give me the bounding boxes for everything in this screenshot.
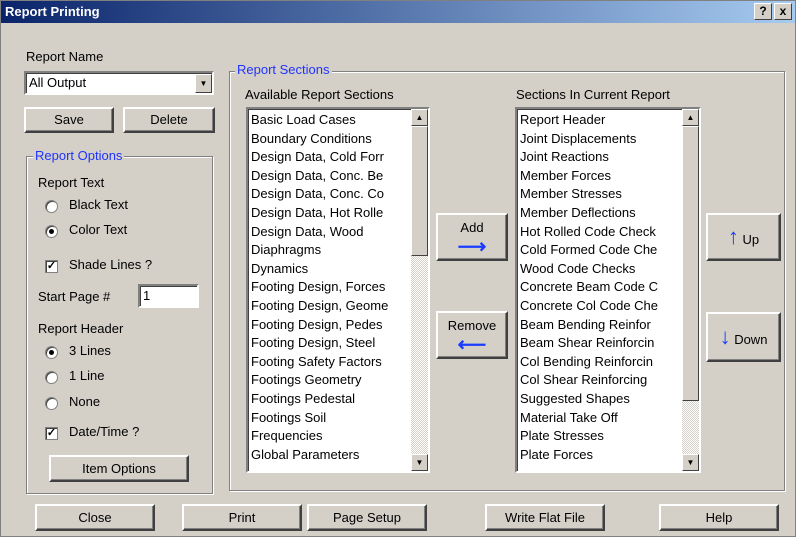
add-label: Add: [460, 220, 484, 235]
list-item[interactable]: Footings Geometry: [251, 371, 409, 390]
report-sections-title: Report Sections: [235, 62, 332, 77]
list-item[interactable]: Design Data, Conc. Co: [251, 185, 409, 204]
add-button[interactable]: Add ⟶: [436, 213, 508, 261]
current-sections-list[interactable]: Report Header Joint Displacements Joint Re…: [515, 107, 701, 473]
arrow-right-icon: ⟶: [457, 236, 487, 258]
available-sections-label: Available Report Sections: [245, 87, 394, 102]
report-name-select[interactable]: All Output ▼: [24, 71, 214, 95]
list-item[interactable]: Joint Reactions: [520, 148, 680, 167]
header-3-lines-radio[interactable]: [45, 346, 58, 359]
scroll-down-icon[interactable]: ▼: [682, 454, 699, 471]
header-1-line-radio[interactable]: [45, 371, 58, 384]
report-printing-dialog: Report Printing ? x Report Name All Outp…: [0, 0, 796, 537]
header-none-label: None: [69, 394, 101, 409]
help-button[interactable]: Help: [659, 504, 779, 531]
list-item[interactable]: Basic Load Cases: [251, 111, 409, 130]
list-item[interactable]: Design Data, Wood: [251, 223, 409, 242]
close-icon[interactable]: x: [774, 3, 792, 20]
help-icon[interactable]: ?: [754, 3, 772, 20]
report-options-title: Report Options: [33, 148, 125, 163]
arrow-up-icon: ↑: [727, 224, 739, 249]
list-item[interactable]: Footing Design, Pedes: [251, 316, 409, 335]
black-text-label: Black Text: [69, 197, 129, 212]
up-label: Up: [742, 232, 760, 247]
chevron-down-icon[interactable]: ▼: [195, 74, 212, 93]
list-item[interactable]: Design Data, Cold Forr: [251, 148, 409, 167]
list-item[interactable]: Col Shear Reinforcing: [520, 371, 680, 390]
list-item[interactable]: Beam Shear Reinforcin: [520, 334, 680, 353]
save-button[interactable]: Save: [24, 107, 114, 133]
start-page-input[interactable]: 1: [138, 284, 199, 308]
header-1-line-label: 1 Line: [69, 368, 105, 383]
item-options-button[interactable]: Item Options: [49, 455, 189, 482]
list-item[interactable]: Joint Displacements: [520, 130, 680, 149]
current-scrollbar[interactable]: ▲ ▼: [682, 109, 699, 471]
list-item[interactable]: Member Deflections: [520, 204, 680, 223]
report-text-label: Report Text: [38, 175, 105, 190]
list-item[interactable]: Boundary Conditions: [251, 130, 409, 149]
header-none-radio[interactable]: [45, 397, 58, 410]
print-button[interactable]: Print: [182, 504, 302, 531]
down-button[interactable]: ↓ Down: [706, 312, 781, 362]
scroll-thumb[interactable]: [682, 126, 699, 401]
shade-lines-label: Shade Lines ?: [69, 257, 153, 272]
color-text-radio[interactable]: [45, 225, 58, 238]
close-button[interactable]: Close: [35, 504, 155, 531]
list-item[interactable]: Material Take Off: [520, 409, 680, 428]
list-item[interactable]: Beam Bending Reinfor: [520, 316, 680, 335]
list-item[interactable]: Hot Rolled Code Check: [520, 223, 680, 242]
remove-button[interactable]: Remove ⟵: [436, 311, 508, 359]
list-item[interactable]: Wood Code Checks: [520, 260, 680, 279]
list-item[interactable]: Footing Design, Geome: [251, 297, 409, 316]
report-header-label: Report Header: [38, 321, 124, 336]
title-bar: Report Printing ? x: [1, 1, 795, 23]
up-button[interactable]: ↑ Up: [706, 213, 781, 261]
window-title: Report Printing: [5, 4, 100, 19]
page-setup-button[interactable]: Page Setup: [307, 504, 427, 531]
scroll-up-icon[interactable]: ▲: [411, 109, 428, 126]
list-item[interactable]: Footings Pedestal: [251, 390, 409, 409]
available-scrollbar[interactable]: ▲ ▼: [411, 109, 428, 471]
list-item[interactable]: Plate Forces: [520, 446, 680, 465]
list-item[interactable]: Member Stresses: [520, 185, 680, 204]
scroll-thumb[interactable]: [411, 126, 428, 256]
list-item[interactable]: Plate Stresses: [520, 427, 680, 446]
black-text-radio[interactable]: [45, 200, 58, 213]
write-flat-file-button[interactable]: Write Flat File: [485, 504, 605, 531]
list-item[interactable]: Global Parameters: [251, 446, 409, 465]
list-item[interactable]: Cold Formed Code Che: [520, 241, 680, 260]
list-item[interactable]: Suggested Shapes: [520, 390, 680, 409]
list-item[interactable]: Col Bending Reinforcin: [520, 353, 680, 372]
color-text-label: Color Text: [69, 222, 128, 237]
list-item[interactable]: Concrete Col Code Che: [520, 297, 680, 316]
scroll-down-icon[interactable]: ▼: [411, 454, 428, 471]
list-item[interactable]: Report Header: [520, 111, 680, 130]
datetime-checkbox[interactable]: ✓: [45, 427, 58, 440]
list-item[interactable]: Design Data, Hot Rolle: [251, 204, 409, 223]
list-item[interactable]: Footing Design, Forces: [251, 278, 409, 297]
remove-label: Remove: [447, 318, 497, 333]
available-sections-list[interactable]: Basic Load Cases Boundary Conditions Desig…: [246, 107, 430, 473]
down-label: Down: [734, 332, 768, 347]
list-item[interactable]: Footing Design, Steel: [251, 334, 409, 353]
list-item[interactable]: Concrete Beam Code C: [520, 278, 680, 297]
arrow-left-icon: ⟵: [457, 334, 487, 356]
list-item[interactable]: Member Forces: [520, 167, 680, 186]
start-page-label: Start Page #: [38, 289, 111, 304]
list-item[interactable]: Frequencies: [251, 427, 409, 446]
list-item[interactable]: Diaphragms: [251, 241, 409, 260]
delete-button[interactable]: Delete: [123, 107, 215, 133]
scroll-up-icon[interactable]: ▲: [682, 109, 699, 126]
list-item[interactable]: Footings Soil: [251, 409, 409, 428]
list-item[interactable]: Dynamics: [251, 260, 409, 279]
list-item[interactable]: Footing Safety Factors: [251, 353, 409, 372]
report-name-value: All Output: [29, 75, 87, 90]
current-sections-label: Sections In Current Report: [516, 87, 670, 102]
list-item[interactable]: Design Data, Conc. Be: [251, 167, 409, 186]
shade-lines-checkbox[interactable]: ✓: [45, 260, 58, 273]
report-name-label: Report Name: [26, 49, 104, 64]
datetime-label: Date/Time ?: [69, 424, 140, 439]
header-3-lines-label: 3 Lines: [69, 343, 111, 358]
arrow-down-icon: ↓: [719, 324, 731, 349]
